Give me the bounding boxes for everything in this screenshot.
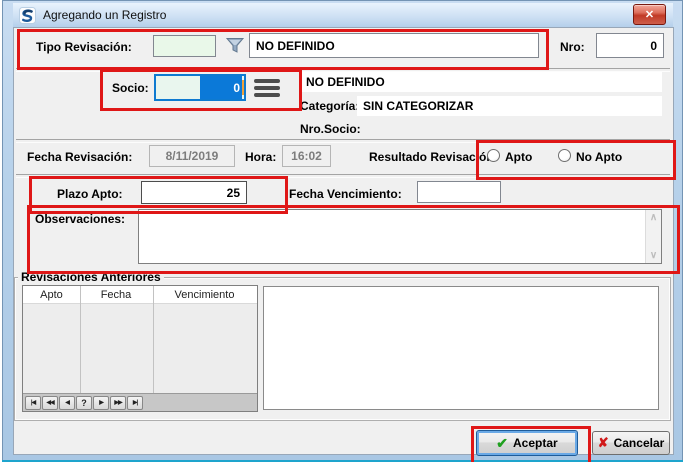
plazo-apto-input[interactable]	[141, 181, 247, 204]
cancelar-button-label: Cancelar	[614, 436, 665, 450]
menu-icon-bar	[254, 79, 280, 83]
revisaciones-detail-panel	[263, 286, 659, 410]
nav-first-button[interactable]: |◀	[25, 396, 41, 410]
radio-no-apto[interactable]	[558, 149, 571, 162]
nav-last-button[interactable]: ▶|	[127, 396, 143, 410]
cancelar-button[interactable]: ✘ Cancelar	[592, 431, 670, 455]
observaciones-textarea[interactable]	[138, 209, 662, 264]
column-header-vencimiento: Vencimiento	[152, 286, 257, 303]
categoria-display-text: SIN CATEGORIZAR	[363, 99, 473, 113]
column-header-apto: Apto	[23, 286, 80, 303]
cross-icon: ✘	[598, 435, 609, 451]
nav-search-button[interactable]: ?	[76, 396, 92, 410]
tipo-revisacion-code-input[interactable]	[153, 35, 216, 57]
nro-socio-label: Nro.Socio:	[300, 122, 361, 136]
nav-prior-page-button[interactable]: ◀◀	[42, 396, 58, 410]
fecha-revisacion-input	[149, 145, 235, 167]
socio-display-text: NO DEFINIDO	[306, 75, 385, 89]
nro-label: Nro:	[560, 40, 585, 54]
record-navigator: |◀ ◀◀ ◀ ? ▶ ▶▶ ▶|	[23, 393, 257, 411]
screenshot-stage: Agregando un Registro ✕ Tipo Revisación:…	[0, 0, 683, 462]
close-button[interactable]: ✕	[633, 4, 666, 25]
check-icon: ✔	[496, 435, 508, 452]
socio-input-empty-area	[156, 76, 200, 99]
grid-line	[80, 286, 81, 394]
scroll-down-icon[interactable]: ∨	[650, 250, 657, 261]
plazo-apto-label: Plazo Apto:	[57, 187, 123, 201]
categoria-label: Categoría:	[300, 99, 359, 113]
radio-apto-label[interactable]: Apto	[505, 150, 532, 164]
socio-label: Socio:	[112, 81, 149, 95]
menu-icon-bar	[254, 86, 280, 90]
hora-input	[282, 145, 331, 167]
close-icon: ✕	[645, 8, 654, 21]
nav-prior-button[interactable]: ◀	[59, 396, 75, 410]
revisaciones-table[interactable]: Apto Fecha Vencimiento |◀ ◀◀ ◀ ? ▶ ▶▶ ▶|	[22, 285, 258, 412]
resultado-revisacion-label: Resultado Revisación:	[369, 150, 498, 164]
column-header-fecha: Fecha	[80, 286, 152, 303]
fecha-revisacion-label: Fecha Revisación:	[27, 150, 132, 164]
aceptar-button-label: Aceptar	[513, 436, 558, 450]
app-icon	[19, 7, 36, 24]
categoria-display: SIN CATEGORIZAR	[357, 96, 662, 116]
observaciones-label: Observaciones:	[35, 212, 125, 226]
filter-icon[interactable]	[225, 37, 245, 55]
hora-label: Hora:	[245, 150, 276, 164]
separator	[16, 174, 670, 178]
radio-apto[interactable]	[487, 149, 500, 162]
observaciones-scrollbar[interactable]: ∧ ∨	[645, 210, 661, 263]
nav-next-button[interactable]: ▶	[93, 396, 109, 410]
radio-no-apto-label[interactable]: No Apto	[576, 150, 622, 164]
socio-selected-value: 0	[200, 76, 242, 99]
separator	[16, 139, 670, 143]
revisaciones-anteriores-title: Revisaciones Anteriores	[18, 270, 164, 284]
title-bar[interactable]: Agregando un Registro ✕	[13, 3, 673, 27]
text-caret	[242, 80, 244, 95]
aceptar-button[interactable]: ✔ Aceptar	[476, 430, 578, 456]
window-title: Agregando un Registro	[43, 8, 166, 22]
fecha-vencimiento-input[interactable]	[417, 181, 501, 203]
tipo-revisacion-label: Tipo Revisación:	[36, 40, 132, 54]
menu-icon-bar	[254, 93, 280, 97]
tipo-revisacion-display: NO DEFINIDO	[249, 33, 539, 58]
socio-lookup-button[interactable]	[254, 79, 280, 100]
socio-display: NO DEFINIDO	[300, 72, 662, 92]
scroll-up-icon[interactable]: ∧	[650, 212, 657, 223]
fecha-vencimiento-label: Fecha Vencimiento:	[289, 187, 402, 201]
socio-input[interactable]: 0	[154, 74, 246, 101]
nav-next-page-button[interactable]: ▶▶	[110, 396, 126, 410]
table-header: Apto Fecha Vencimiento	[23, 286, 257, 304]
nro-input[interactable]	[596, 33, 664, 58]
tipo-revisacion-display-text: NO DEFINIDO	[256, 39, 335, 53]
grid-line	[153, 286, 154, 394]
